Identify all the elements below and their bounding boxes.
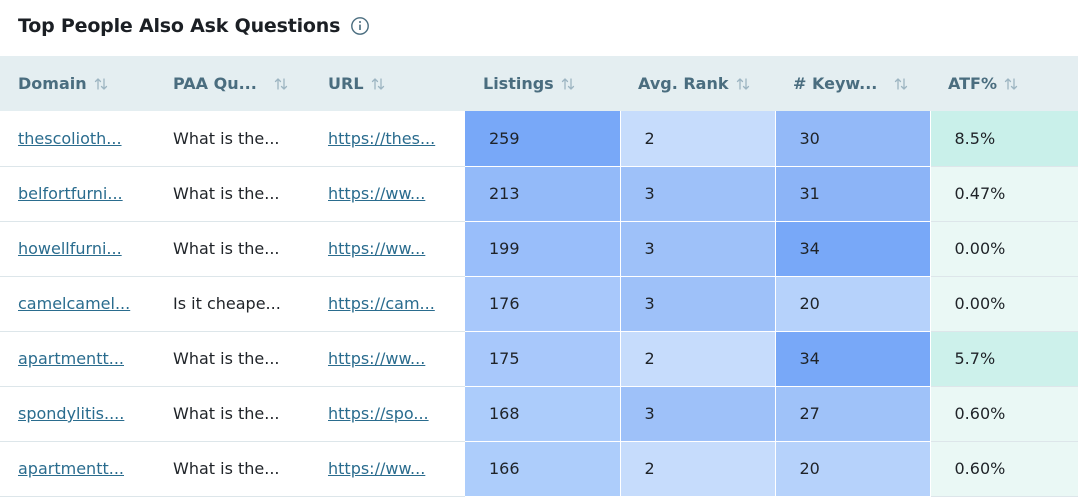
url-link[interactable]: https://spo... [310, 386, 465, 442]
column-header-paa[interactable]: PAA Qu... [155, 56, 310, 111]
table-row: camelcamel... Is it cheape... https://cam.… [0, 276, 1078, 332]
table-header-row: Domain PAA Qu... URL Listings Avg. Rank # Key… [0, 56, 1078, 111]
column-header-label: ATF% [948, 74, 998, 93]
sort-arrows-icon[interactable] [735, 76, 751, 92]
column-header-label: URL [328, 74, 364, 93]
table-row: belfortfurni... What is the... https://ww.… [0, 166, 1078, 222]
keywords-value: 20 [775, 441, 931, 497]
atf-value: 0.60% [930, 441, 1078, 497]
column-header-domain[interactable]: Domain [0, 56, 155, 111]
url-link[interactable]: https://ww... [310, 221, 465, 277]
avg-rank-value: 3 [620, 166, 776, 222]
domain-link[interactable]: apartmentt... [0, 441, 155, 497]
paa-question: What is the... [155, 111, 310, 167]
sort-arrows-icon[interactable] [893, 76, 909, 92]
listings-value: 168 [465, 386, 621, 442]
atf-value: 0.47% [930, 166, 1078, 222]
sort-arrows-icon[interactable] [1003, 76, 1019, 92]
domain-link[interactable]: howellfurni... [0, 221, 155, 277]
avg-rank-value: 3 [620, 386, 776, 442]
sort-arrows-icon[interactable] [560, 76, 576, 92]
paa-question: What is the... [155, 441, 310, 497]
paa-question: Is it cheape... [155, 276, 310, 332]
listings-value: 166 [465, 441, 621, 497]
column-header-label: # Keyw... [793, 74, 878, 93]
listings-value: 175 [465, 331, 621, 387]
url-link[interactable]: https://ww... [310, 166, 465, 222]
atf-value: 0.00% [930, 221, 1078, 277]
paa-question: What is the... [155, 166, 310, 222]
domain-link[interactable]: spondylitis.... [0, 386, 155, 442]
paa-question: What is the... [155, 386, 310, 442]
url-link[interactable]: https://ww... [310, 441, 465, 497]
sort-arrows-icon[interactable] [370, 76, 386, 92]
avg-rank-value: 3 [620, 221, 776, 277]
table-body: thescolioth... What is the... https://thes… [0, 111, 1078, 497]
url-link[interactable]: https://cam... [310, 276, 465, 332]
keywords-value: 30 [775, 111, 931, 167]
table-row: spondylitis.... What is the... https://spo… [0, 386, 1078, 442]
listings-value: 259 [465, 111, 621, 167]
column-header-listings[interactable]: Listings [465, 56, 620, 111]
keywords-value: 20 [775, 276, 931, 332]
listings-value: 199 [465, 221, 621, 277]
column-header-atf[interactable]: ATF% [930, 56, 1078, 111]
keywords-value: 34 [775, 331, 931, 387]
domain-link[interactable]: apartmentt... [0, 331, 155, 387]
atf-value: 0.60% [930, 386, 1078, 442]
column-header-label: Domain [18, 74, 87, 93]
keywords-value: 34 [775, 221, 931, 277]
avg-rank-value: 2 [620, 441, 776, 497]
widget-title: Top People Also Ask Questions [18, 15, 341, 37]
atf-value: 0.00% [930, 276, 1078, 332]
url-link[interactable]: https://thes... [310, 111, 465, 167]
table-row: thescolioth... What is the... https://thes… [0, 111, 1078, 167]
table-row: apartmentt... What is the... https://ww...… [0, 441, 1078, 497]
sort-arrows-icon[interactable] [93, 76, 109, 92]
column-header-rank[interactable]: Avg. Rank [620, 56, 775, 111]
keywords-value: 27 [775, 386, 931, 442]
table-row: howellfurni... What is the... https://ww..… [0, 221, 1078, 277]
paa-question: What is the... [155, 221, 310, 277]
avg-rank-value: 2 [620, 111, 776, 167]
domain-link[interactable]: belfortfurni... [0, 166, 155, 222]
keywords-value: 31 [775, 166, 931, 222]
column-header-label: PAA Qu... [173, 74, 257, 93]
avg-rank-value: 3 [620, 276, 776, 332]
domain-link[interactable]: thescolioth... [0, 111, 155, 167]
listings-value: 176 [465, 276, 621, 332]
url-link[interactable]: https://ww... [310, 331, 465, 387]
avg-rank-value: 2 [620, 331, 776, 387]
atf-value: 5.7% [930, 331, 1078, 387]
atf-value: 8.5% [930, 111, 1078, 167]
listings-value: 213 [465, 166, 621, 222]
table-row: apartmentt... What is the... https://ww...… [0, 331, 1078, 387]
column-header-keywords[interactable]: # Keyw... [775, 56, 930, 111]
column-header-label: Listings [483, 74, 554, 93]
column-header-url[interactable]: URL [310, 56, 465, 111]
info-circle-icon[interactable] [350, 16, 370, 36]
column-header-label: Avg. Rank [638, 74, 729, 93]
domain-link[interactable]: camelcamel... [0, 276, 155, 332]
sort-arrows-icon[interactable] [273, 76, 289, 92]
widget-header: Top People Also Ask Questions [18, 10, 370, 42]
paa-question: What is the... [155, 331, 310, 387]
paa-table: Domain PAA Qu... URL Listings Avg. Rank # Key… [0, 56, 1078, 497]
